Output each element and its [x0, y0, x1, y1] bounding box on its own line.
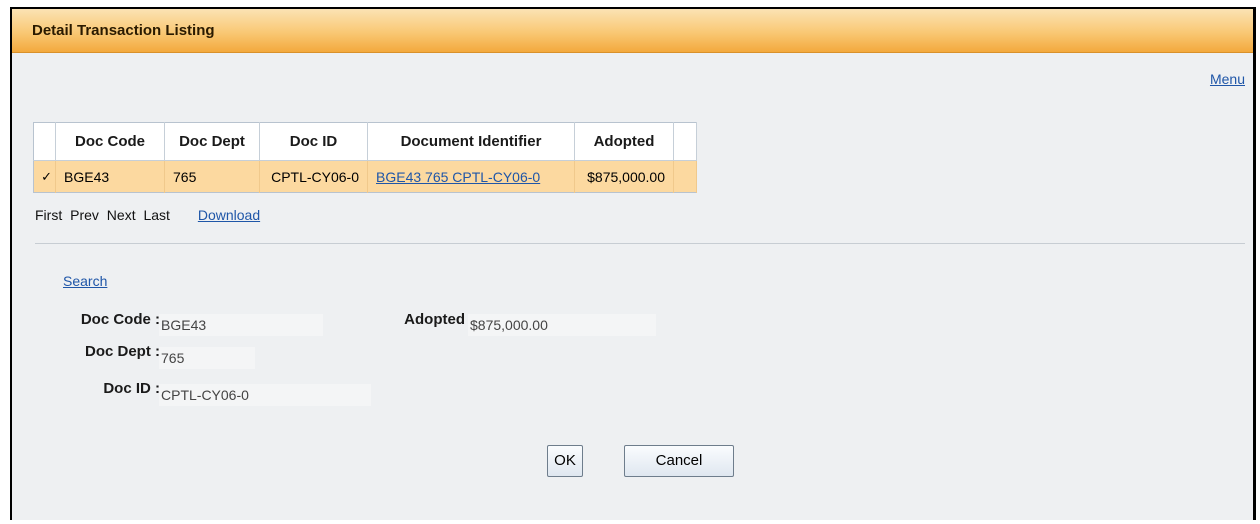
search-link[interactable]: Search — [63, 273, 107, 289]
detail-transaction-window: Detail Transaction Listing Menu Doc Code… — [10, 7, 1256, 520]
doc-dept-label: Doc Dept : — [85, 343, 160, 360]
cell-end — [673, 160, 697, 193]
window-title: Detail Transaction Listing — [12, 9, 1253, 53]
column-header-document-identifier[interactable]: Document Identifier — [367, 122, 575, 161]
cell-doc-id: CPTL-CY06-0 — [259, 160, 368, 193]
adopted-label: Adopted — [404, 311, 465, 328]
table-row[interactable]: ✓ BGE43 765 CPTL-CY06-0 BGE43 765 CPTL-C… — [33, 160, 697, 193]
cell-adopted: $875,000.00 — [574, 160, 674, 193]
column-header-doc-id[interactable]: Doc ID — [259, 122, 368, 161]
column-header-doc-dept[interactable]: Doc Dept — [164, 122, 260, 161]
column-header-doc-code[interactable]: Doc Code — [55, 122, 165, 161]
doc-dept-field[interactable]: 765 — [159, 347, 255, 369]
ok-button[interactable]: OK — [547, 445, 583, 477]
pager-last[interactable]: Last — [143, 207, 169, 223]
doc-id-label: Doc ID : — [103, 380, 160, 397]
cell-document-identifier: BGE43 765 CPTL-CY06-0 — [367, 160, 575, 193]
pager: First Prev Next Last Download — [35, 207, 260, 223]
grid-header-row: Doc Code Doc Dept Doc ID Document Identi… — [33, 122, 697, 161]
transaction-grid: Doc Code Doc Dept Doc ID Document Identi… — [33, 122, 697, 193]
adopted-field[interactable]: $875,000.00 — [468, 314, 656, 336]
cell-doc-dept: 765 — [164, 160, 260, 193]
section-divider — [35, 243, 1245, 244]
download-link[interactable]: Download — [198, 207, 260, 223]
cancel-button[interactable]: Cancel — [624, 445, 734, 477]
menu-link[interactable]: Menu — [1210, 71, 1245, 87]
column-header-adopted[interactable]: Adopted — [574, 122, 674, 161]
pager-first[interactable]: First — [35, 207, 62, 223]
pager-prev[interactable]: Prev — [70, 207, 99, 223]
doc-id-field[interactable]: CPTL-CY06-0 — [159, 384, 371, 406]
row-selected-check-icon: ✓ — [33, 160, 56, 193]
doc-code-label: Doc Code : — [80, 311, 160, 328]
pager-next[interactable]: Next — [107, 207, 136, 223]
grid-header-stub — [33, 122, 56, 161]
cell-doc-code: BGE43 — [55, 160, 165, 193]
doc-code-field[interactable]: BGE43 — [159, 314, 323, 336]
document-identifier-link[interactable]: BGE43 765 CPTL-CY06-0 — [376, 169, 540, 185]
grid-header-end — [673, 122, 697, 161]
